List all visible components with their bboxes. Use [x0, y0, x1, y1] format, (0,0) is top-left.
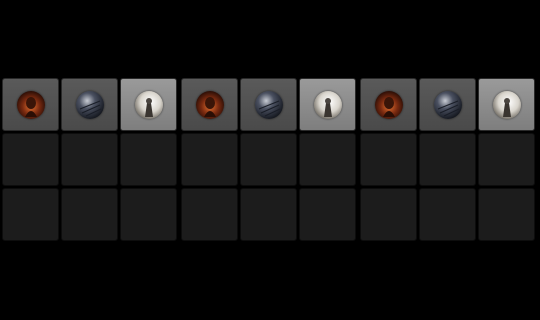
pad-2-2[interactable]: [240, 78, 297, 131]
pad-2-1[interactable]: [181, 78, 238, 131]
pad-3-1[interactable]: [360, 78, 417, 131]
bright-figure-thumbnail: [134, 90, 163, 119]
pad-1-7[interactable]: [2, 188, 59, 241]
sample-pad-grid: [2, 78, 535, 241]
bright-figure-thumbnail: [492, 90, 521, 119]
pad-3-6[interactable]: [478, 133, 535, 186]
pad-2-3[interactable]: [299, 78, 356, 131]
pad-1-8[interactable]: [61, 188, 118, 241]
pad-1-3[interactable]: [120, 78, 177, 131]
pad-3-3[interactable]: [478, 78, 535, 131]
fire-portrait-thumbnail: [374, 90, 403, 119]
pad-3-2[interactable]: [419, 78, 476, 131]
pad-1-6[interactable]: [120, 133, 177, 186]
pad-bank-2: [181, 78, 356, 241]
fire-portrait-thumbnail: [195, 90, 224, 119]
pad-1-5[interactable]: [61, 133, 118, 186]
pad-2-9[interactable]: [299, 188, 356, 241]
pad-2-8[interactable]: [240, 188, 297, 241]
fire-portrait-thumbnail: [16, 90, 45, 119]
pad-3-5[interactable]: [419, 133, 476, 186]
pad-3-4[interactable]: [360, 133, 417, 186]
pad-3-9[interactable]: [478, 188, 535, 241]
bright-figure-thumbnail: [313, 90, 342, 119]
pad-2-5[interactable]: [240, 133, 297, 186]
pad-1-9[interactable]: [120, 188, 177, 241]
pad-1-4[interactable]: [2, 133, 59, 186]
metal-sphere-thumbnail: [254, 90, 283, 119]
pad-bank-1: [2, 78, 177, 241]
pad-3-7[interactable]: [360, 188, 417, 241]
pad-1-1[interactable]: [2, 78, 59, 131]
pad-1-2[interactable]: [61, 78, 118, 131]
metal-sphere-thumbnail: [433, 90, 462, 119]
pad-2-7[interactable]: [181, 188, 238, 241]
pad-2-4[interactable]: [181, 133, 238, 186]
pad-3-8[interactable]: [419, 188, 476, 241]
pad-2-6[interactable]: [299, 133, 356, 186]
metal-sphere-thumbnail: [75, 90, 104, 119]
pad-bank-3: [360, 78, 535, 241]
